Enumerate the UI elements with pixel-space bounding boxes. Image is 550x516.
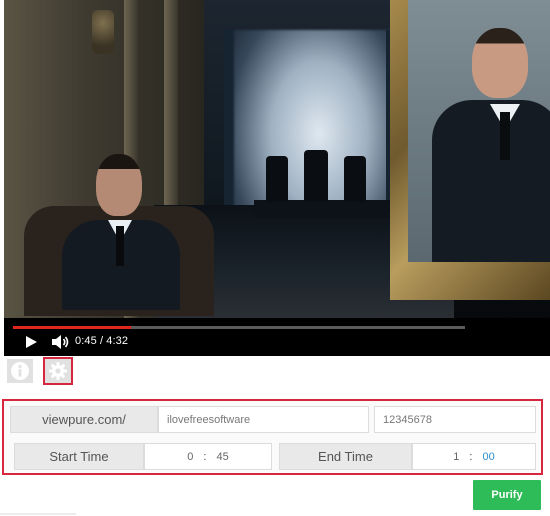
man-tie <box>116 226 124 266</box>
play-button[interactable] <box>24 335 38 349</box>
portrait-head <box>472 28 528 98</box>
gear-icon <box>49 362 67 380</box>
end-time-field[interactable]: 1 : 00 <box>412 443 536 470</box>
video-scene-chair <box>344 156 366 202</box>
video-scene-man <box>24 150 214 316</box>
info-button[interactable] <box>7 359 33 383</box>
video-scene-portrait <box>408 0 550 262</box>
time-display: 0:45 / 4:32 <box>75 335 129 347</box>
divider <box>0 513 76 515</box>
end-seconds[interactable]: 00 <box>482 451 494 463</box>
video-scene-chair <box>304 150 328 202</box>
end-time-label: End Time <box>279 443 412 470</box>
volume-icon <box>52 335 69 349</box>
video-frame[interactable] <box>4 0 550 318</box>
progress-bar[interactable] <box>13 326 465 329</box>
settings-button[interactable] <box>43 357 73 385</box>
end-minutes[interactable]: 1 <box>453 451 459 463</box>
time-separator: : <box>469 450 473 463</box>
start-minutes[interactable]: 0 <box>187 451 193 463</box>
password-field[interactable]: 12345678 <box>374 406 536 433</box>
volume-button[interactable] <box>51 334 71 350</box>
start-time-field[interactable]: 0 : 45 <box>144 443 272 470</box>
start-seconds[interactable]: 45 <box>216 451 228 463</box>
portrait-body <box>432 100 550 262</box>
video-scene-chair <box>266 156 288 202</box>
play-icon <box>26 336 37 348</box>
purify-options-panel: viewpure.com/ ilovefreesoftware 12345678… <box>2 399 543 475</box>
portrait-tie <box>500 112 510 160</box>
progress-bar-played <box>13 326 131 329</box>
man-head <box>96 154 142 216</box>
info-icon <box>11 362 29 380</box>
video-player[interactable]: 0:45 / 4:32 <box>4 0 550 356</box>
url-prefix-label: viewpure.com/ <box>10 406 158 433</box>
time-separator: : <box>203 450 207 463</box>
video-scene-sconce <box>92 10 114 54</box>
video-path-field[interactable]: ilovefreesoftware <box>158 406 369 433</box>
start-time-label: Start Time <box>14 443 144 470</box>
purify-button[interactable]: Purify <box>473 480 541 510</box>
